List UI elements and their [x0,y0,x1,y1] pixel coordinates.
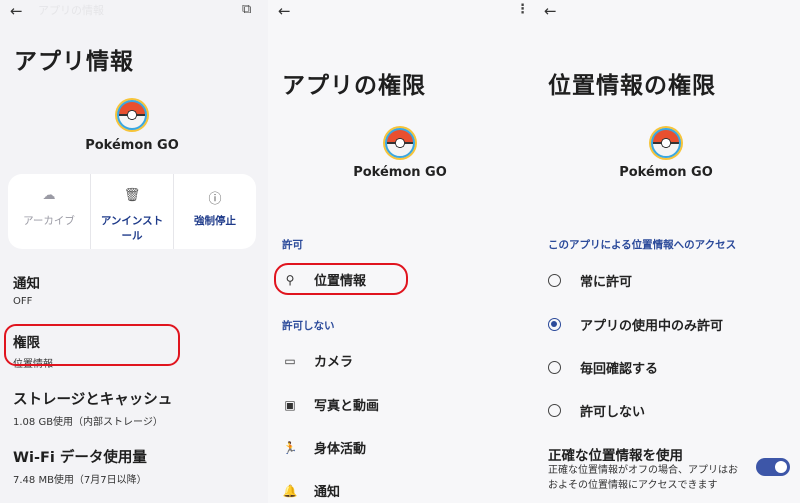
radio-deny[interactable] [548,404,561,417]
force-stop-label: 強制停止 [194,215,236,227]
notification-permission-item[interactable]: 🔔 通知 [282,481,341,501]
option-always-allow[interactable]: 常に許可 [548,271,632,290]
activity-permission-label: 身体活動 [314,442,367,457]
option-deny-label: 許可しない [580,405,646,420]
option-always-allow-label: 常に許可 [580,275,633,290]
back-arrow-icon[interactable]: ← [278,3,291,19]
archive-label: アーカイブ [23,215,75,227]
faded-top-title: アプリの情報 [38,4,104,17]
app-icon [651,128,681,158]
notifications-title: 通知 [13,276,40,292]
app-name: Pokémon GO [353,165,447,180]
radio-ask-every-time[interactable] [548,361,561,374]
photos-permission-item[interactable]: ▣ 写真と動画 [282,395,380,415]
precise-location-title: 正確な位置情報を使用 [548,448,683,464]
bell-icon: 🔔 [282,483,298,498]
data-usage-title: Wi-Fi データ使用量 [13,450,147,466]
back-arrow-icon[interactable]: ← [544,3,557,19]
trash-icon: 🗑 [123,188,141,203]
cloud-upload-icon: ☁ [42,188,56,203]
photo-library-icon: ▣ [284,397,296,412]
option-deny[interactable]: 許可しない [548,401,645,420]
radio-always-allow[interactable] [548,274,561,287]
precise-location-description: 正確な位置情報がオフの場合、アプリはおおよその位置情報にアクセスできます [548,465,738,491]
radio-while-in-use[interactable] [548,318,561,331]
option-while-in-use[interactable]: アプリの使用中のみ許可 [548,315,723,334]
archive-button[interactable]: ☁ アーカイブ [8,174,91,249]
location-access-header: このアプリによる位置情報へのアクセス [548,239,737,251]
force-stop-button[interactable]: ⓘ 強制停止 [174,174,256,249]
highlight-location [274,263,408,295]
option-while-in-use-label: アプリの使用中のみ許可 [580,319,724,334]
app-name: Pokémon GO [85,138,179,153]
photos-permission-label: 写真と動画 [314,399,380,414]
action-bar: ☁ アーカイブ 🗑 アンインストール ⓘ 強制停止 [8,174,256,249]
app-icon [117,100,147,130]
camera-permission-label: カメラ [314,355,354,370]
running-icon: 🏃 [282,440,298,455]
uninstall-button[interactable]: 🗑 アンインストール [91,174,174,249]
data-usage-item[interactable]: Wi-Fi データ使用量 7.48 MB使用（7月7日以降） [13,446,147,486]
precise-location-toggle[interactable] [756,458,790,476]
highlight-permissions [4,324,180,366]
storage-item[interactable]: ストレージとキャッシュ 1.08 GB使用（内部ストレージ） [13,388,172,428]
stop-icon: ⓘ [208,192,222,207]
open-external-icon[interactable]: ⧉ [242,2,251,17]
denied-header: 許可しない [282,320,335,332]
app-icon [385,128,415,158]
allowed-header: 許可 [282,239,303,251]
notification-permission-label: 通知 [314,485,341,500]
data-usage-subtitle: 7.48 MB使用（7月7日以降） [13,475,147,486]
page-title: アプリの権限 [282,73,426,99]
app-info-panel: ← アプリの情報 ⧉ アプリ情報 Pokémon GO ☁ アーカイブ 🗑 アン… [0,0,268,503]
camera-icon: ▭ [284,353,296,368]
app-name: Pokémon GO [619,165,713,180]
uninstall-label: アンインストール [100,215,164,242]
back-arrow-icon[interactable]: ← [10,3,23,19]
location-permission-panel: ← 位置情報の権限 Pokémon GO このアプリによる位置情報へのアクセス … [534,0,800,503]
storage-title: ストレージとキャッシュ [13,392,173,408]
option-ask-every-time-label: 毎回確認する [580,362,659,377]
activity-permission-item[interactable]: 🏃 身体活動 [282,438,367,458]
page-title: アプリ情報 [14,49,134,75]
notifications-subtitle: OFF [13,296,33,307]
option-ask-every-time[interactable]: 毎回確認する [548,358,658,377]
camera-permission-item[interactable]: ▭ カメラ [282,351,354,371]
app-permissions-panel: ← ⋮ アプリの権限 Pokémon GO 許可 ⚲ 位置情報 許可しない ▭ … [268,0,534,503]
storage-subtitle: 1.08 GB使用（内部ストレージ） [13,417,163,428]
page-title: 位置情報の権限 [548,73,716,99]
more-vert-icon[interactable]: ⋮ [516,2,529,17]
notifications-item[interactable]: 通知 OFF [13,272,40,307]
